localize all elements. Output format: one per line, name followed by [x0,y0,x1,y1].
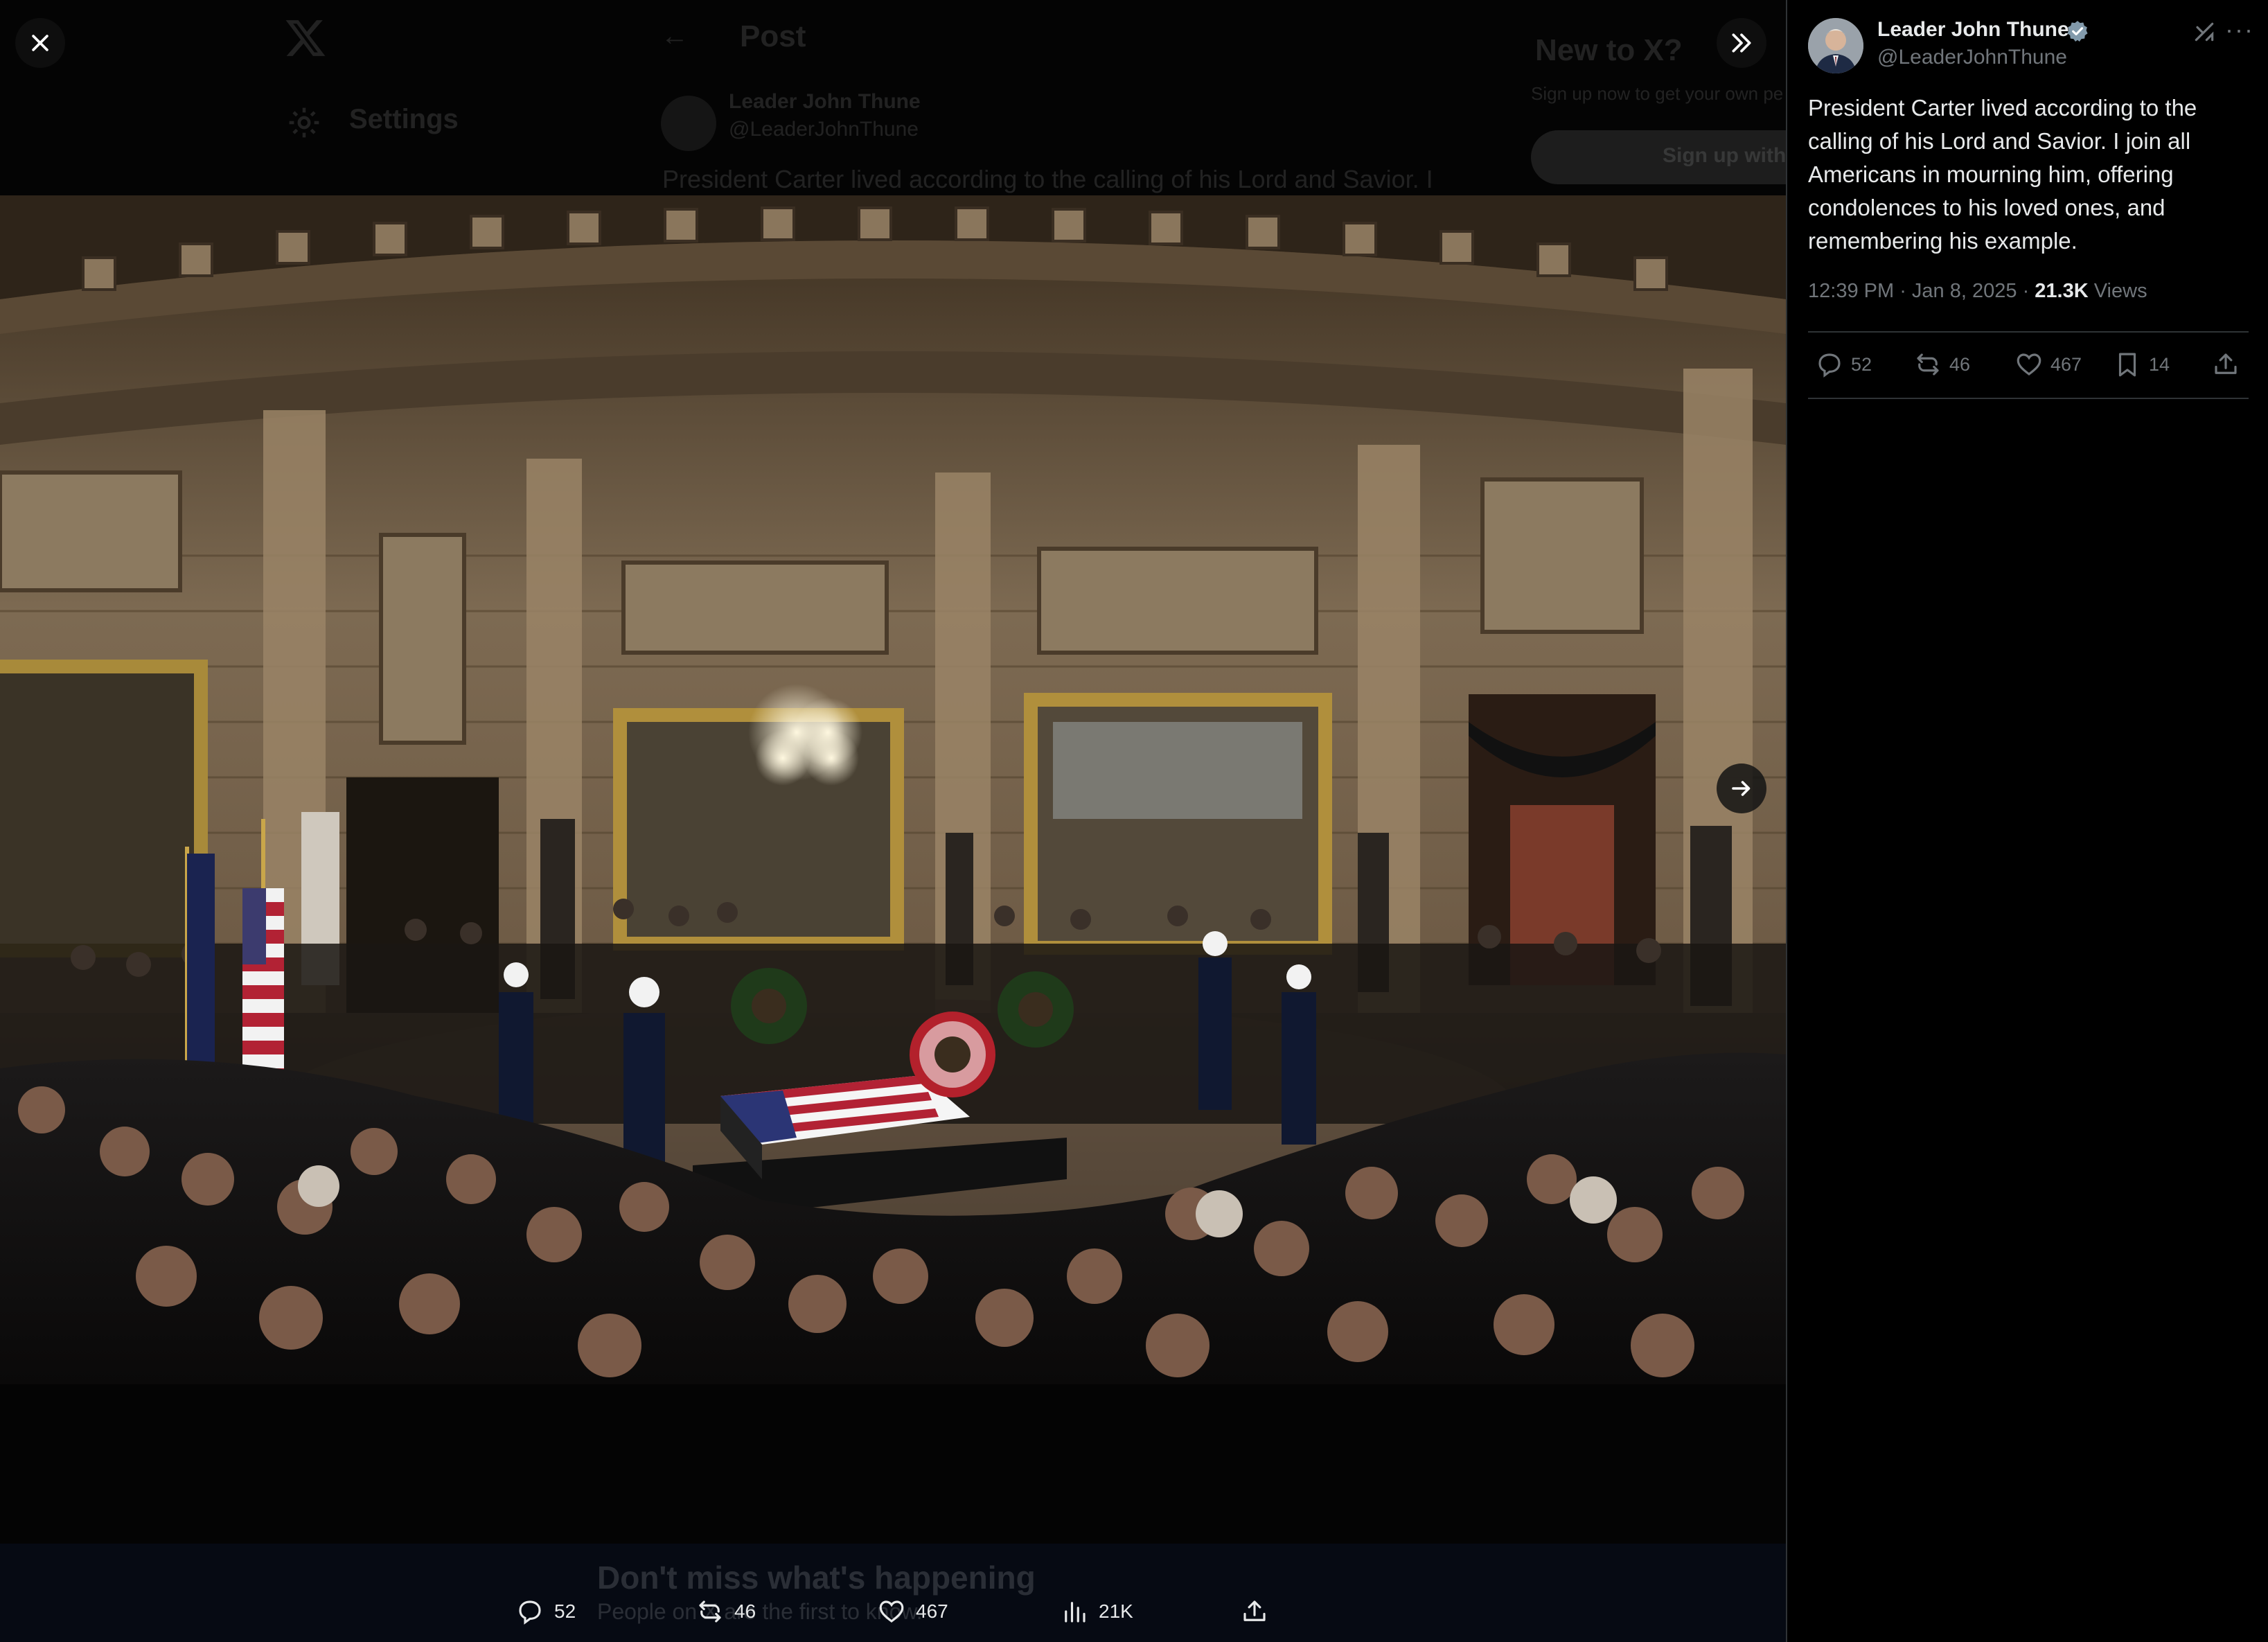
reply-button[interactable]: 52 [1815,346,1872,382]
author-handle[interactable]: @LeaderJohnThune [1877,46,2067,69]
views-count: 21.3K [2035,280,2089,302]
close-icon [32,35,48,51]
heart-icon [2017,353,2041,376]
post-date[interactable]: Jan 8, 2025 [1912,280,2017,302]
bookmark-count: 14 [2149,353,2170,375]
views-button[interactable]: 21K [1060,1594,1133,1630]
avatar[interactable] [1808,18,1863,73]
grok-icon[interactable] [2190,18,2218,46]
meta-separator: · [1899,280,1912,302]
reply-icon [1818,353,1841,378]
share-icon [1243,1600,1266,1621]
new-to-x-heading: New to X? [1535,33,1683,67]
share-button[interactable] [2211,346,2240,382]
avatar [661,96,716,151]
reply-count: 52 [1851,353,1872,375]
repost-count: 46 [1949,353,1971,375]
bar-chart-icon [1065,1602,1086,1623]
post-time[interactable]: 12:39 PM [1808,280,1894,302]
arrow-right-icon [1732,781,1751,796]
author-handle: @LeaderJohnThune [729,118,919,141]
post-text: President Carter lived according to the … [1808,95,2197,254]
like-button[interactable]: 467 [877,1594,948,1630]
share-button[interactable] [1240,1594,1269,1630]
post-photo [0,195,1786,1384]
repost-count: 46 [734,1600,756,1622]
back-arrow-icon: ← [661,21,689,51]
repost-button[interactable]: 46 [696,1594,756,1630]
reply-icon [519,1600,541,1625]
divider [1808,398,2249,399]
author-name: Leader John Thune [729,90,921,113]
like-count: 467 [916,1600,948,1622]
nav-settings: Settings [349,104,459,134]
signup-note: Sign up now to get your own pe [1531,83,1784,104]
post-excerpt: President Carter lived according to the … [662,165,1433,193]
header-title: Post [740,19,806,53]
media-viewer: Settings ← Post Leader John Thune @Leade… [0,0,1786,1642]
heart-icon [879,1600,904,1623]
toggle-panel-button[interactable] [1717,18,1766,68]
signup-button-label: Sign up with [1663,144,1786,167]
author-name[interactable]: Leader John Thune [1877,18,2069,42]
repost-icon [699,1600,721,1623]
repost-icon [1917,353,1939,376]
reply-button[interactable]: 52 [515,1594,576,1630]
verified-badge-icon [2067,21,2088,42]
x-logo-icon [285,20,326,56]
bookmark-icon [2118,353,2136,377]
repost-button[interactable]: 46 [1913,346,1970,382]
reply-count: 52 [554,1600,576,1622]
post-detail-panel: Leader John Thune @LeaderJohnThune ··· P… [1786,0,2268,1642]
banner-subtext: People on X are the first to know. [597,1599,923,1624]
next-image-button[interactable] [1717,763,1766,813]
banner-heading: Don't miss what's happening [597,1560,1036,1596]
bookmark-button[interactable]: 14 [2113,346,2170,382]
meta-separator: · [2022,280,2035,302]
share-icon [2215,353,2237,374]
like-button[interactable]: 467 [2014,346,2082,382]
like-count: 467 [2050,353,2082,375]
post-meta: 12:39 PM · Jan 8, 2025 · 21.3K Views [1808,280,2147,303]
double-chevron-right-icon [1732,33,1751,53]
close-button[interactable] [15,18,65,68]
more-options-icon[interactable]: ··· [2225,15,2254,44]
gear-icon [289,107,319,138]
divider [1808,331,2249,333]
views-label: Views [2093,280,2147,302]
views-count: 21K [1099,1600,1133,1622]
